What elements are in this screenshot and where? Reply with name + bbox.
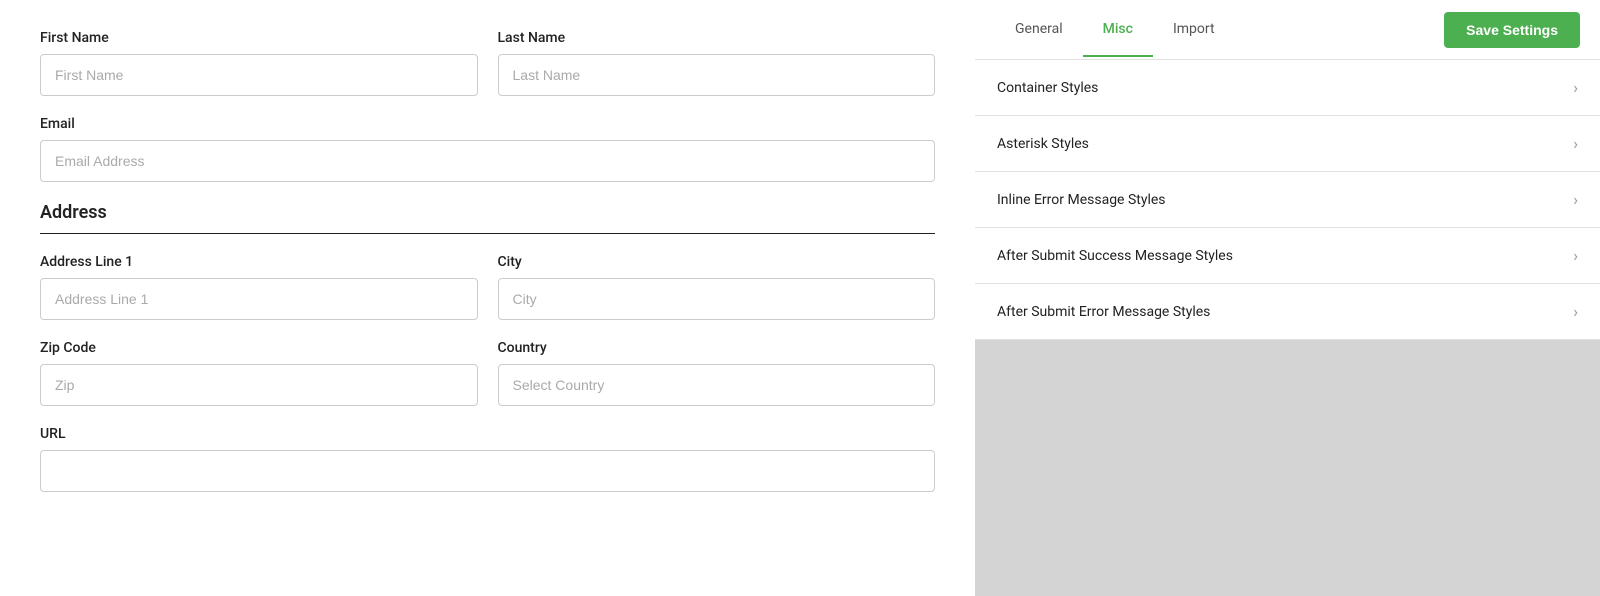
address-section-divider: Address (40, 202, 935, 234)
accordion: Container Styles › Asterisk Styles › Inl… (975, 60, 1600, 340)
address-row: Address Line 1 City (40, 254, 935, 320)
address-section-title: Address (40, 202, 935, 234)
country-input[interactable] (498, 364, 936, 406)
right-bottom-area (975, 340, 1600, 596)
address-line1-input[interactable] (40, 278, 478, 320)
first-name-label: First Name (40, 30, 478, 46)
chevron-right-icon: › (1573, 246, 1578, 265)
tab-import[interactable]: Import (1153, 3, 1235, 57)
zip-input[interactable] (40, 364, 478, 406)
last-name-input[interactable] (498, 54, 936, 96)
settings-panel: General Misc Import Save Settings Contai… (975, 0, 1600, 596)
chevron-right-icon: › (1573, 302, 1578, 321)
city-group: City (498, 254, 936, 320)
first-name-input[interactable] (40, 54, 478, 96)
country-label: Country (498, 340, 936, 356)
city-label: City (498, 254, 936, 270)
email-label: Email (40, 116, 935, 132)
url-group: URL (40, 426, 935, 492)
form-panel: First Name Last Name Email Address Addre… (0, 0, 975, 596)
save-settings-button[interactable]: Save Settings (1444, 12, 1580, 48)
accordion-label-container-styles: Container Styles (997, 80, 1098, 96)
zip-label: Zip Code (40, 340, 478, 356)
accordion-item-asterisk-styles[interactable]: Asterisk Styles › (975, 116, 1600, 172)
accordion-label-after-submit-error-styles: After Submit Error Message Styles (997, 304, 1210, 320)
email-input[interactable] (40, 140, 935, 182)
url-label: URL (40, 426, 935, 442)
zip-group: Zip Code (40, 340, 478, 406)
url-input[interactable] (40, 450, 935, 492)
last-name-label: Last Name (498, 30, 936, 46)
accordion-item-after-submit-error-styles[interactable]: After Submit Error Message Styles › (975, 284, 1600, 340)
email-group: Email (40, 116, 935, 182)
city-input[interactable] (498, 278, 936, 320)
name-row: First Name Last Name (40, 30, 935, 96)
accordion-item-container-styles[interactable]: Container Styles › (975, 60, 1600, 116)
accordion-label-after-submit-success-styles: After Submit Success Message Styles (997, 248, 1233, 264)
tab-misc[interactable]: Misc (1083, 3, 1153, 57)
last-name-group: Last Name (498, 30, 936, 96)
chevron-right-icon: › (1573, 78, 1578, 97)
accordion-item-after-submit-success-styles[interactable]: After Submit Success Message Styles › (975, 228, 1600, 284)
tab-general[interactable]: General (995, 3, 1083, 57)
chevron-right-icon: › (1573, 134, 1578, 153)
accordion-item-inline-error-styles[interactable]: Inline Error Message Styles › (975, 172, 1600, 228)
first-name-group: First Name (40, 30, 478, 96)
chevron-right-icon: › (1573, 190, 1578, 209)
tabs-bar: General Misc Import Save Settings (975, 0, 1600, 60)
country-group: Country (498, 340, 936, 406)
accordion-label-asterisk-styles: Asterisk Styles (997, 136, 1089, 152)
address-line1-group: Address Line 1 (40, 254, 478, 320)
accordion-label-inline-error-styles: Inline Error Message Styles (997, 192, 1166, 208)
zip-country-row: Zip Code Country (40, 340, 935, 406)
address-line1-label: Address Line 1 (40, 254, 478, 270)
